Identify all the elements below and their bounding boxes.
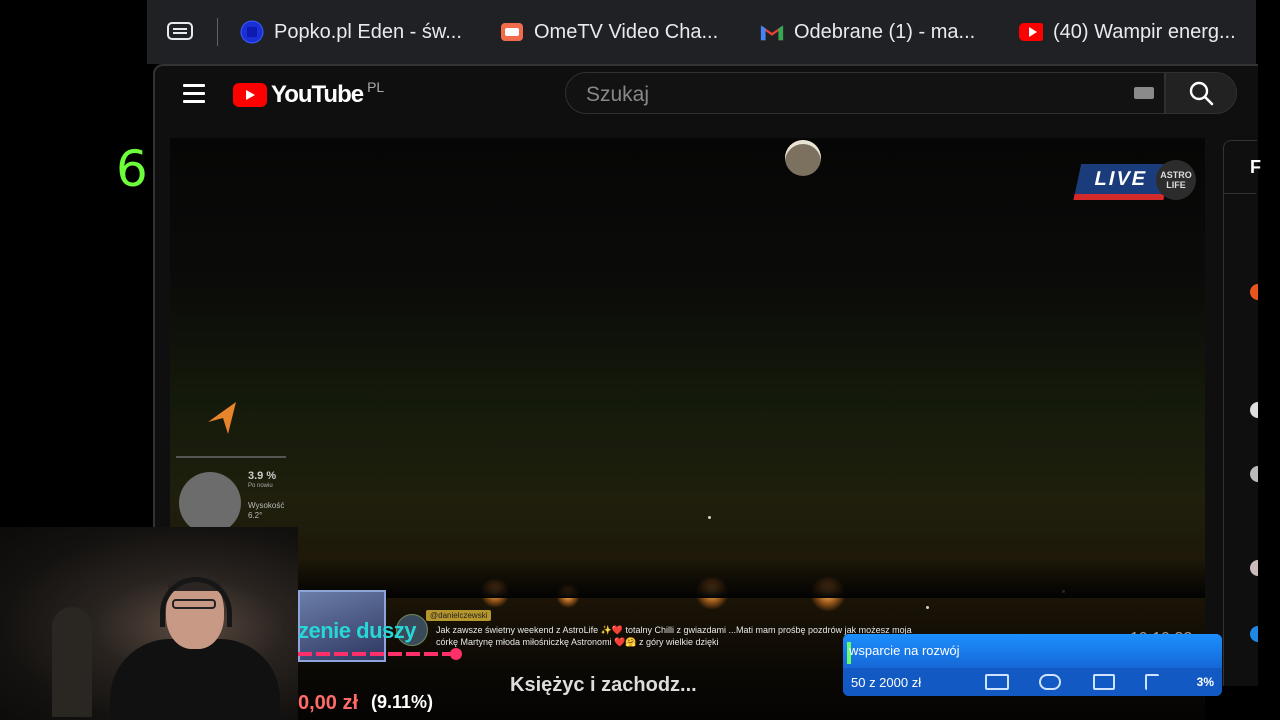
donation-amount: 0,00 zł (298, 692, 359, 714)
webcam-overlay (0, 527, 298, 720)
goal-title: zenie duszy (298, 618, 416, 643)
keyboard-icon[interactable] (1134, 87, 1154, 99)
player-controls: 50 z 2000 zł 3% (843, 668, 1222, 696)
ometv-icon (500, 20, 524, 44)
youtube-wordmark: YouTube (271, 81, 364, 108)
astrolife-line2: LIFE (1166, 180, 1186, 190)
search-box[interactable] (565, 72, 1165, 114)
browser-tab-ometv[interactable]: OmeTV Video Cha... (500, 16, 718, 48)
live-badge: LIVE ASTRO LIFE (1073, 160, 1196, 220)
youtube-region: PL (367, 79, 385, 95)
browser-tab-gmail[interactable]: Odebrane (1) - ma... (760, 16, 975, 48)
altitude-label: Wysokość (248, 501, 285, 510)
theater-icon[interactable] (1093, 674, 1115, 690)
menu-icon[interactable] (183, 84, 205, 104)
miniplayer-icon[interactable] (985, 674, 1009, 690)
next-video-title[interactable]: Księżyc i zachodz... (510, 674, 697, 697)
support-goal-bar: wsparcie na rozwój (843, 634, 1222, 668)
search-input[interactable] (584, 81, 1108, 109)
settings-icon[interactable] (1039, 674, 1061, 690)
moon-phase-widget: 3.9 % Po nowiu Wysokość 6.2° (176, 456, 286, 538)
youtube-icon (1019, 20, 1043, 44)
direction-arrow-icon (208, 402, 236, 434)
altitude-value: 6.2° (248, 511, 263, 520)
youtube-play-icon (233, 83, 267, 107)
background-figure (52, 607, 92, 717)
browser-tab-youtube[interactable]: (40) Wampir energ... (1019, 16, 1236, 48)
tab-label: OmeTV Video Cha... (534, 20, 719, 43)
support-goal-widget: wsparcie na rozwój 50 z 2000 zł 3% (843, 634, 1222, 696)
chat-panel-divider (1224, 193, 1256, 194)
moon-phase-icon (179, 472, 241, 534)
support-title: wsparcie na rozwój (849, 643, 960, 658)
counter-number: 6 (116, 140, 148, 198)
moon-illumination: 3.9 % (248, 470, 277, 482)
tab-separator (217, 18, 218, 46)
tab-label: Odebrane (1) - ma... (794, 20, 976, 43)
star (926, 606, 929, 609)
tab-overview-icon[interactable] (167, 20, 193, 42)
globe-blue-icon (240, 20, 264, 44)
goal-progress-bar (298, 652, 458, 656)
moon-altitude: Wysokość 6.2° (248, 501, 284, 521)
star (708, 516, 711, 519)
tab-label: Popko.pl Eden - św... (274, 20, 462, 43)
live-label: LIVE (1074, 164, 1168, 194)
youtube-logo[interactable]: YouTube PL (233, 79, 385, 109)
chat-panel-letter: F (1250, 157, 1261, 177)
streamer-body (110, 639, 280, 720)
moon-phase-sub: Po nowiu (248, 483, 273, 489)
astrolife-line1: ASTRO (1160, 170, 1192, 180)
search-icon (1189, 81, 1214, 106)
tab-label: (40) Wampir energ... (1053, 20, 1236, 43)
donation-percent: (9.11%) (371, 692, 434, 712)
support-amount: 50 z 2000 zł (851, 675, 922, 690)
fullscreen-icon[interactable] (1145, 674, 1159, 690)
donor-name-tag: @danielczewski (426, 610, 492, 621)
search-button[interactable] (1165, 72, 1237, 114)
gmail-icon (760, 20, 784, 44)
live-underline (1073, 194, 1165, 200)
astrolife-logo: ASTRO LIFE (1156, 160, 1196, 200)
moon-crescent (785, 140, 821, 176)
goal-progress-dot (450, 648, 462, 660)
browser-tab-popko[interactable]: Popko.pl Eden - św... (240, 16, 462, 48)
support-percent: 3% (1196, 675, 1214, 689)
